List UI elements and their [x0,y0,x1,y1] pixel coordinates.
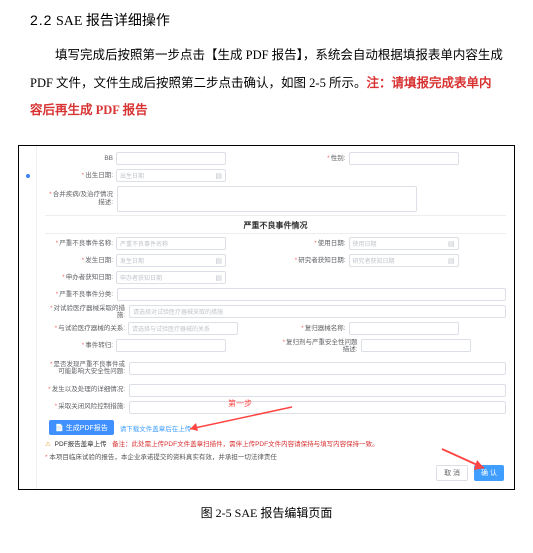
warn1-red: 备注：此处需上传PDF文件盖章扫描件，需伴上传PDF文件内容请保持与填写内容保持… [112,441,379,448]
calendar-icon: ▤ [215,172,222,180]
input-case-number[interactable] [129,401,506,414]
select-relation-other[interactable]: 请选择与试验医疗器械的关系 [128,322,238,335]
warning-line-2: * 本项目临床试验的报告，本企业承诺提交的资料真实有效，并承担一切法律责任 [45,454,506,462]
calendar-icon: ▤ [215,257,222,265]
generate-pdf-button[interactable]: 生成PDF报告 [49,420,114,435]
label-applicant-know: *申办者获知日期: [45,274,113,281]
doc-heading: 2.2 SAE 报告详细操作 [30,10,503,30]
document-icon [55,424,64,432]
input-research-know[interactable]: 研究者获知日期▤ [349,254,459,267]
select-major-safety[interactable] [129,362,506,375]
select-seriousness[interactable] [117,288,506,301]
input-happen-date[interactable]: 发生日期▤ [116,254,226,267]
calendar-icon: ▤ [215,274,222,282]
textarea-merge-disease[interactable] [117,186,417,212]
generate-pdf-label: 生成PDF报告 [66,423,108,433]
input-applicant-know[interactable]: 申办者获知日期▤ [116,271,226,284]
calendar-icon: ▤ [448,240,455,248]
input-recover[interactable] [349,322,459,335]
input-seq-recover[interactable] [361,339,471,352]
label-merge-disease: *合并疾病/及治疗情况描述: [45,191,113,205]
label-gender: *性别: [278,155,346,162]
input-use-date[interactable]: 使用日期▤ [349,237,459,250]
warning-line-1: ⚠ PDF报告盖章上传 备注：此处需上传PDF文件盖章扫描件，需伴上传PDF文件… [45,441,506,449]
divider [45,233,506,234]
warning-icon: ⚠ [45,441,51,448]
heading-num: 2.2 [30,12,52,28]
label-case-number: *采取关闭风险控制措施: [45,403,125,410]
sidebar-active-dot [26,174,30,178]
screenshot-frame: BB *性别: *出生日期:出生日期▤ *合并疾病/及治疗情况描述: 严重不良事… [18,145,515,490]
select-relation-dev[interactable]: 请选择对试验医疗器械采取的措施 [129,305,506,318]
heading-text: SAE 报告详细操作 [56,14,170,29]
input-last-treat[interactable] [129,384,506,397]
cancel-button[interactable]: 取 消 [436,465,468,481]
select-outcome[interactable] [116,339,226,352]
download-tip: 请下载文件盖章后在上传 [120,423,192,433]
label-sae-name: *严重不良事件名称: [45,240,113,247]
label-top-left: BB [45,155,113,162]
app-sidebar [19,146,37,489]
label-birth: *出生日期: [45,172,113,179]
input-top-left[interactable] [116,152,226,165]
label-happen-date: *发生日期: [45,257,113,264]
input-gender[interactable] [349,152,459,165]
input-birth[interactable]: 出生日期▤ [116,169,226,182]
calendar-icon: ▤ [448,257,455,265]
warn2-text: 本项目临床试验的报告，本企业承诺提交的资料真实有效，并承担一切法律责任 [49,454,277,461]
annotation-step1-label: 第一步 [228,398,252,409]
label-major-safety: *是否发现严重不良事件或可能影响大安全性问题: [45,361,125,375]
label-research-know: *研究者获知日期: [278,257,346,264]
label-last-treat: *发生以及处理的详细情况: [45,386,125,393]
label-relation-other: *与试验医疗器械的关系: [45,325,125,332]
input-sae-name[interactable]: 严重不良事件名称 [116,237,226,250]
label-outcome: *事件转归: [45,342,113,349]
label-recover: *复归器械名称: [278,325,346,332]
confirm-button[interactable]: 确 认 [474,465,504,481]
figure-caption: 图 2-5 SAE 报告编辑页面 [18,504,515,521]
label-relation-dev: *对试验医疗器械采取的措施: [45,305,125,319]
label-use-date: *使用日期: [278,240,346,247]
section-title: 严重不良事件情况 [45,220,506,231]
label-seq-recover: *复归剂与严重安全性问题描述: [278,339,358,353]
label-seriousness: *严重不良事件分类: [45,291,113,298]
divider [45,215,506,216]
doc-paragraph: 填写完成后按照第一步点击【生成 PDF 报告】，系统会自动根据填报表单内容生成 … [30,42,503,125]
warn1-label: PDF报告盖章上传 [55,441,107,448]
